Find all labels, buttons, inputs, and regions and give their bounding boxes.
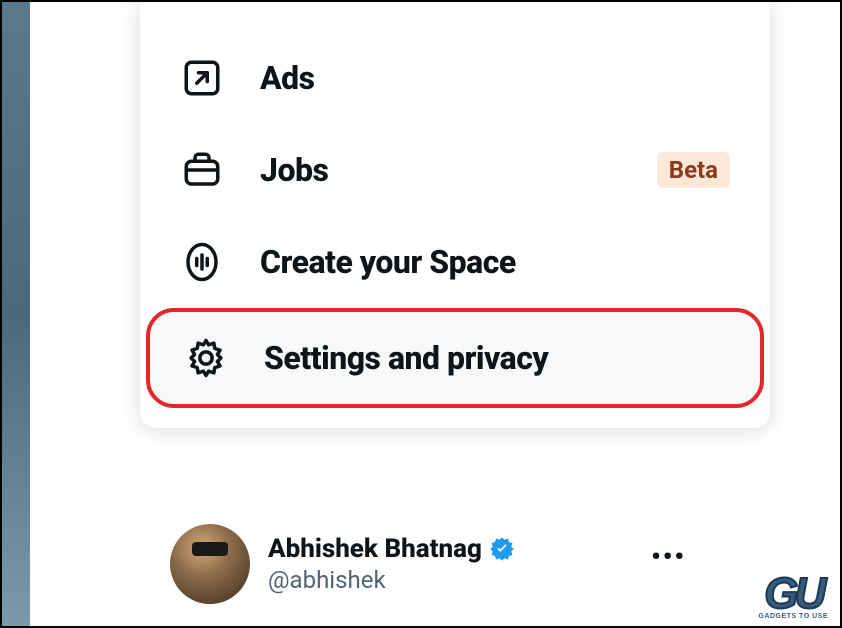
profile-text: Abhishek Bhatnag @abhishek xyxy=(268,534,516,594)
beta-badge: Beta xyxy=(657,152,730,188)
main-content: Ads Jobs Beta Create your Space xyxy=(30,2,840,626)
menu-item-jobs[interactable]: Jobs Beta xyxy=(140,124,770,216)
verified-badge-icon xyxy=(488,535,516,563)
gear-icon xyxy=(184,336,228,380)
left-background-strip xyxy=(2,2,30,626)
menu-label: Create your Space xyxy=(260,243,516,281)
menu-item-ads[interactable]: Ads xyxy=(140,32,770,124)
mic-space-icon xyxy=(180,240,224,284)
profile-handle: @abhishek xyxy=(268,566,516,594)
menu-label: Ads xyxy=(260,59,315,97)
watermark: GU GADGETS TO USE xyxy=(759,576,829,620)
menu-item-create-space[interactable]: Create your Space xyxy=(140,216,770,308)
avatar xyxy=(170,524,250,604)
briefcase-icon xyxy=(180,148,224,192)
menu-label: Settings and privacy xyxy=(264,339,548,377)
profile-name: Abhishek Bhatnag xyxy=(268,534,482,564)
more-options-icon[interactable]: ••• xyxy=(651,542,686,572)
menu-label: Jobs xyxy=(260,151,328,189)
profile-row[interactable]: Abhishek Bhatnag @abhishek xyxy=(170,524,516,604)
watermark-logo: GU xyxy=(759,576,829,611)
menu-panel: Ads Jobs Beta Create your Space xyxy=(140,2,770,428)
menu-item-settings-privacy[interactable]: Settings and privacy xyxy=(146,308,764,408)
arrow-out-icon xyxy=(180,56,224,100)
watermark-text: GADGETS TO USE xyxy=(759,613,829,620)
